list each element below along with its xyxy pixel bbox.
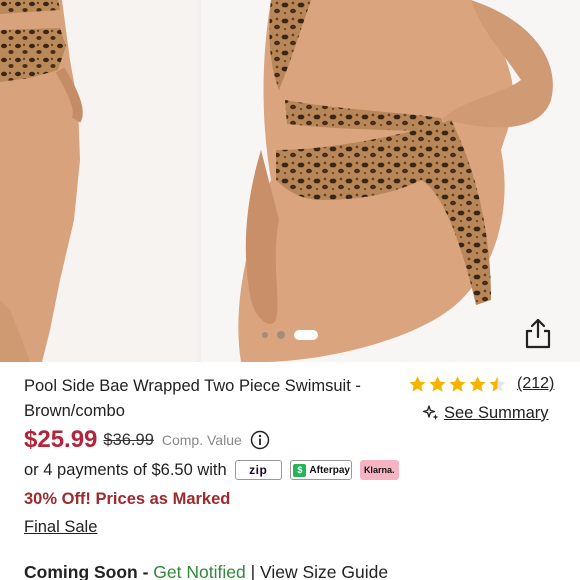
installments-row: or 4 payments of $6.50 with zip $ Afterp… bbox=[24, 458, 399, 482]
product-title: Pool Side Bae Wrapped Two Piece Swimsuit… bbox=[24, 377, 361, 420]
coming-soon-label: Coming Soon bbox=[24, 562, 138, 580]
installments-text: or 4 payments of $6.50 with bbox=[24, 460, 227, 479]
afterpay-badge[interactable]: $ Afterpay bbox=[289, 460, 352, 480]
product-info: Pool Side Bae Wrapped Two Piece Swimsuit… bbox=[0, 362, 580, 580]
star-icon bbox=[429, 375, 446, 392]
product-photo-main[interactable] bbox=[201, 0, 580, 362]
carousel-indicator[interactable] bbox=[262, 329, 318, 341]
zip-logo: zip bbox=[249, 463, 268, 477]
star-icon bbox=[409, 375, 426, 392]
review-count-link[interactable]: (212) bbox=[517, 375, 554, 393]
zip-badge[interactable]: zip bbox=[234, 460, 282, 480]
final-sale-link[interactable]: Final Sale bbox=[24, 518, 97, 537]
rating[interactable]: (212) bbox=[408, 374, 554, 394]
see-summary-link[interactable]: See Summary bbox=[422, 402, 549, 424]
carousel-dot-active[interactable] bbox=[294, 330, 318, 340]
info-icon[interactable] bbox=[250, 430, 270, 450]
coming-soon-dash: - bbox=[137, 562, 154, 580]
share-button[interactable] bbox=[520, 315, 556, 351]
see-summary-label: See Summary bbox=[444, 403, 549, 422]
afterpay-label: Afterpay bbox=[309, 464, 350, 476]
discount-text: 30% Off! Prices as Marked bbox=[24, 490, 231, 508]
size-guide-link[interactable]: View Size Guide bbox=[260, 562, 388, 580]
availability-row: Coming Soon - Get Notified | View Size G… bbox=[24, 562, 388, 580]
star-icon bbox=[449, 375, 466, 392]
klarna-badge[interactable]: Klarna. bbox=[359, 460, 399, 480]
star-icon bbox=[489, 375, 506, 392]
separator: | bbox=[245, 562, 260, 580]
dollar-icon: $ bbox=[293, 463, 307, 477]
get-notified-link[interactable]: Get Notified bbox=[153, 562, 245, 580]
star-icon bbox=[469, 375, 486, 392]
price-row: $25.99 $36.99 Comp. Value bbox=[24, 426, 270, 454]
carousel-dot[interactable] bbox=[277, 331, 285, 339]
original-price: $36.99 bbox=[103, 430, 154, 449]
sparkle-icon bbox=[422, 405, 439, 420]
product-photo-side[interactable] bbox=[0, 0, 197, 362]
klarna-label: Klarna. bbox=[363, 465, 395, 475]
image-gallery[interactable] bbox=[0, 0, 580, 362]
comp-value-label: Comp. Value bbox=[161, 432, 242, 448]
share-icon bbox=[525, 318, 551, 349]
carousel-dot[interactable] bbox=[262, 332, 268, 338]
star-rating bbox=[408, 375, 507, 394]
sale-price: $25.99 bbox=[24, 426, 98, 453]
